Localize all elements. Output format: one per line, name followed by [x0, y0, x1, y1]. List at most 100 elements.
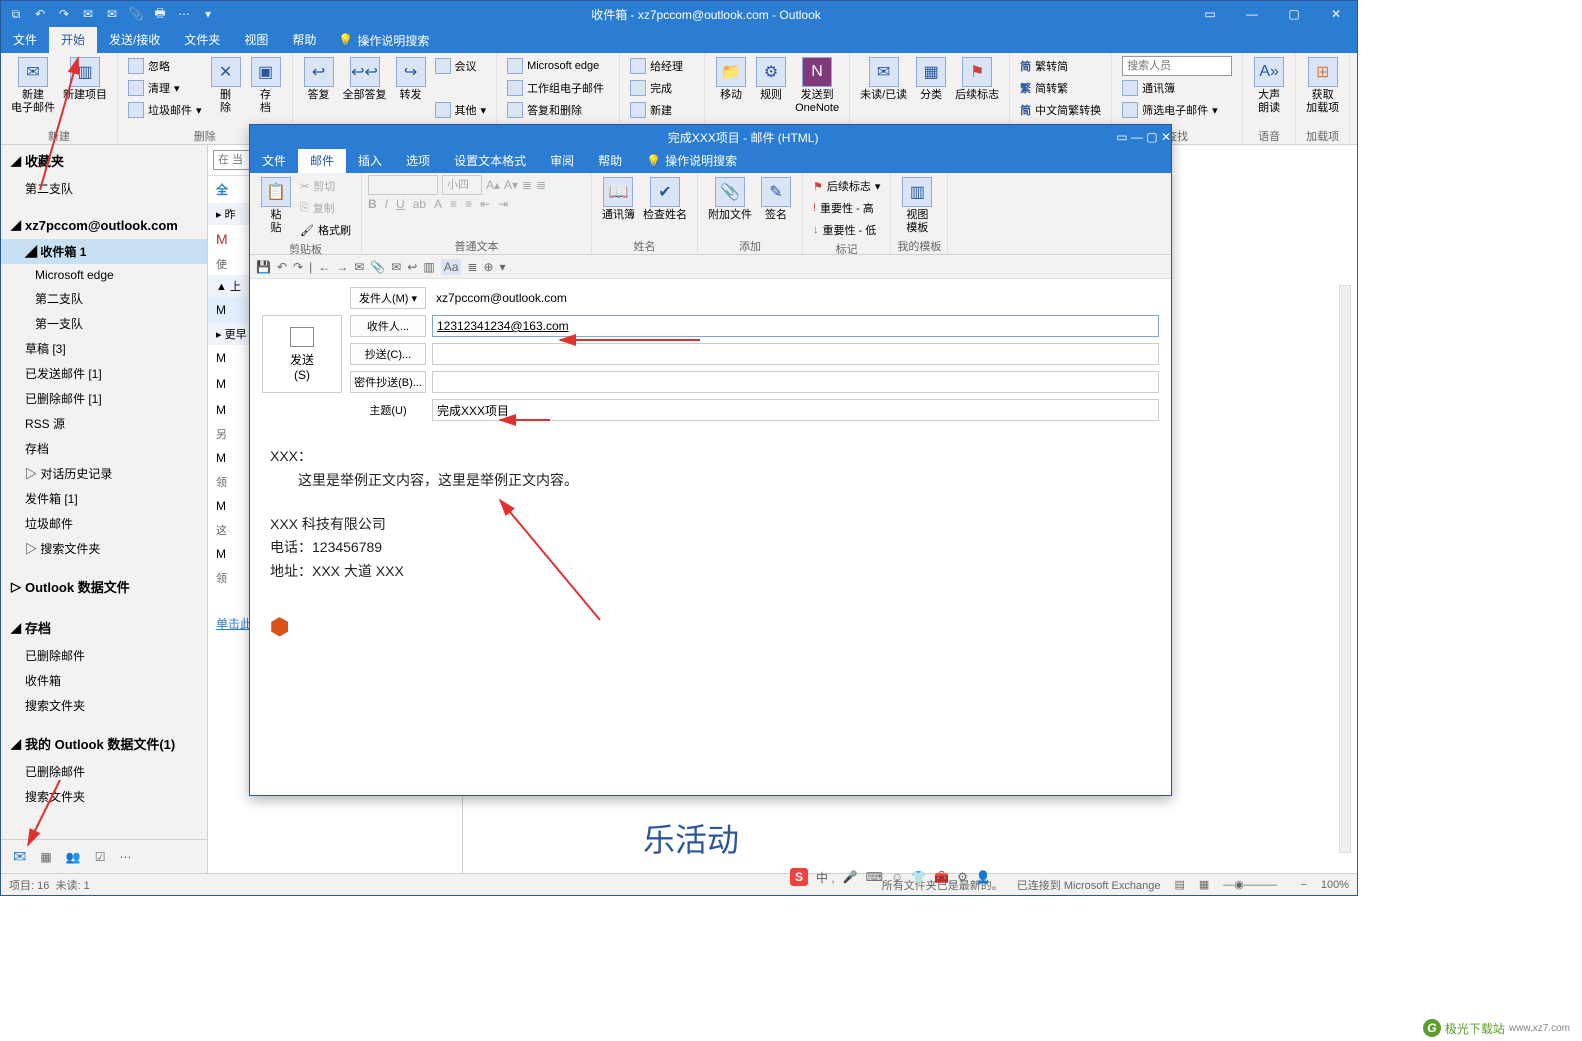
align-center-icon[interactable]: ≡ — [465, 197, 472, 211]
qat-icon[interactable]: Aa — [441, 259, 462, 275]
tab-folder[interactable]: 文件夹 — [172, 27, 232, 53]
qat-icon[interactable]: 📎 — [127, 5, 145, 23]
view-templates-button[interactable]: ▥视图 模板 — [897, 175, 937, 237]
get-addins-button[interactable]: ⊞获取 加载项 — [1302, 55, 1343, 117]
close-icon[interactable]: ✕ — [1161, 130, 1171, 144]
close-icon[interactable]: ✕ — [1315, 1, 1357, 27]
tab-help[interactable]: 帮助 — [280, 27, 328, 53]
qat-icon[interactable]: 🖶 — [151, 5, 169, 23]
nav-mydata-item[interactable]: 搜索文件夹 — [1, 784, 207, 809]
nav-archive-item[interactable]: 搜索文件夹 — [1, 693, 207, 718]
ribbon-options-icon[interactable]: ▭ — [1189, 1, 1231, 27]
quickstep-item[interactable]: 给经理 — [626, 55, 687, 77]
ctab-format[interactable]: 设置文本格式 — [442, 149, 538, 173]
trad2simp-button[interactable]: 简繁转简 — [1016, 55, 1072, 77]
read-aloud-button[interactable]: A»大声 朗读 — [1249, 55, 1289, 117]
tab-sendreceive[interactable]: 发送/接收 — [97, 27, 172, 53]
unread-button[interactable]: ✉未读/已读 — [856, 55, 911, 104]
ctab-help[interactable]: 帮助 — [586, 149, 634, 173]
reply-button[interactable]: ↩答复 — [299, 55, 339, 104]
qat-dropdown-icon[interactable]: ▾ — [500, 260, 506, 274]
nav-datafile-header[interactable]: ▷Outlook 数据文件 — [1, 571, 207, 602]
nav-mydata-header[interactable]: ◢我的 Outlook 数据文件(1) — [1, 728, 207, 759]
archive-button[interactable]: ▣存 档 — [246, 55, 286, 117]
ime-user-icon[interactable]: 👤 — [976, 870, 991, 884]
followup-flag-button[interactable]: ⚑后续标志▾ — [809, 175, 884, 197]
attach-file-button[interactable]: 📎附加文件 — [704, 175, 756, 224]
importance-low-button[interactable]: ↓重要性 - 低 — [809, 219, 880, 241]
followup-button[interactable]: ⚑后续标志 — [951, 55, 1003, 104]
font-name-combo[interactable] — [368, 175, 438, 195]
qat-icon[interactable]: ▥ — [423, 260, 434, 274]
ime-lang-button[interactable]: 中 , — [816, 869, 835, 886]
replyall-button[interactable]: ↩↩全部答复 — [339, 55, 391, 104]
nav-account-header[interactable]: ◢xz7pccom@outlook.com — [1, 211, 207, 239]
qat-icon[interactable]: ⋯ — [175, 5, 193, 23]
tab-home[interactable]: 开始 — [49, 27, 97, 53]
more-views-icon[interactable]: ⋯ — [119, 850, 131, 864]
quickstep-item[interactable]: 答复和删除 — [503, 99, 586, 121]
ime-keyboard-icon[interactable]: ⌨ — [866, 870, 883, 884]
bold-button[interactable]: B — [368, 197, 377, 211]
cut-button[interactable]: ✂剪切 — [296, 175, 355, 197]
more-respond-button[interactable]: 其他▾ — [431, 99, 491, 121]
nav-search[interactable]: ▷ 搜索文件夹 — [1, 536, 207, 561]
ctab-message[interactable]: 邮件 — [298, 149, 346, 173]
grow-font-icon[interactable]: A▴ — [486, 178, 500, 192]
addressbook-button[interactable]: 通讯簿 — [1118, 77, 1179, 99]
ctab-file[interactable]: 文件 — [250, 149, 298, 173]
qat-icon[interactable]: ⊕ — [483, 260, 493, 274]
scrollbar[interactable] — [1339, 285, 1351, 853]
addressbook-button[interactable]: 📖通讯簿 — [598, 175, 639, 224]
clean-button[interactable]: 清理▾ — [124, 77, 206, 99]
minimize-icon[interactable]: — — [1231, 1, 1273, 27]
nav-subfolder[interactable]: Microsoft edge — [1, 264, 207, 286]
qat-icon[interactable]: ≣ — [467, 260, 477, 274]
subject-input[interactable] — [432, 399, 1159, 421]
numbering-icon[interactable]: ≣ — [536, 178, 546, 192]
nav-archive-header[interactable]: ◢存档 — [1, 612, 207, 643]
highlight-icon[interactable]: ab — [413, 197, 426, 211]
ignore-button[interactable]: 忽略 — [124, 55, 206, 77]
ime-mic-icon[interactable]: 🎤 — [843, 870, 858, 884]
chinese-convert-button[interactable]: 简中文简繁转换 — [1016, 99, 1105, 121]
signature-button[interactable]: ✎签名 — [756, 175, 796, 224]
bcc-input[interactable] — [432, 371, 1159, 393]
nav-subfolder[interactable]: 第二支队 — [1, 286, 207, 311]
ctab-insert[interactable]: 插入 — [346, 149, 394, 173]
nav-history[interactable]: ▷ 对话历史记录 — [1, 461, 207, 486]
indent-inc-icon[interactable]: ⇥ — [498, 197, 508, 211]
zoom-slider[interactable]: —◉——— — [1223, 878, 1277, 891]
tab-file[interactable]: 文件 — [1, 27, 49, 53]
quickstep-item[interactable]: 新建 — [626, 99, 676, 121]
qat-dropdown-icon[interactable]: ▾ — [199, 5, 217, 23]
save-icon[interactable]: 💾 — [256, 260, 271, 274]
simp2trad-button[interactable]: 繁简转繁 — [1016, 77, 1072, 99]
nav-archive[interactable]: 存档 — [1, 436, 207, 461]
italic-button[interactable]: I — [385, 197, 388, 211]
zoom-out-button[interactable]: − — [1291, 879, 1307, 891]
to-input[interactable] — [432, 315, 1159, 337]
ctab-review[interactable]: 审阅 — [538, 149, 586, 173]
categorize-button[interactable]: ▦分类 — [911, 55, 951, 104]
qat-icon[interactable]: ↷ — [55, 5, 73, 23]
maximize-icon[interactable]: ▢ — [1146, 130, 1157, 144]
cc-input[interactable] — [432, 343, 1159, 365]
minimize-icon[interactable]: — — [1131, 130, 1143, 144]
nav-rss[interactable]: RSS 源 — [1, 411, 207, 436]
font-color-icon[interactable]: A — [434, 197, 442, 211]
nav-archive-item[interactable]: 收件箱 — [1, 668, 207, 693]
copy-button[interactable]: ⎘复制 — [296, 197, 355, 219]
rules-button[interactable]: ⚙规则 — [751, 55, 791, 104]
ime-toolbox-icon[interactable]: 🧰 — [934, 870, 949, 884]
attach-icon[interactable]: 📎 — [370, 260, 385, 274]
prev-icon[interactable]: ← — [318, 260, 330, 274]
nav-inbox[interactable]: ◢ 收件箱 1 — [1, 239, 207, 264]
underline-button[interactable]: U — [396, 197, 405, 211]
shrink-font-icon[interactable]: A▾ — [504, 178, 518, 192]
quickstep-item[interactable]: 完成 — [626, 77, 676, 99]
nav-subfolder[interactable]: 第一支队 — [1, 311, 207, 336]
paste-button[interactable]: 📋粘 贴 — [256, 175, 296, 237]
nav-junk[interactable]: 垃圾邮件 — [1, 511, 207, 536]
move-button[interactable]: 📁移动 — [711, 55, 751, 104]
